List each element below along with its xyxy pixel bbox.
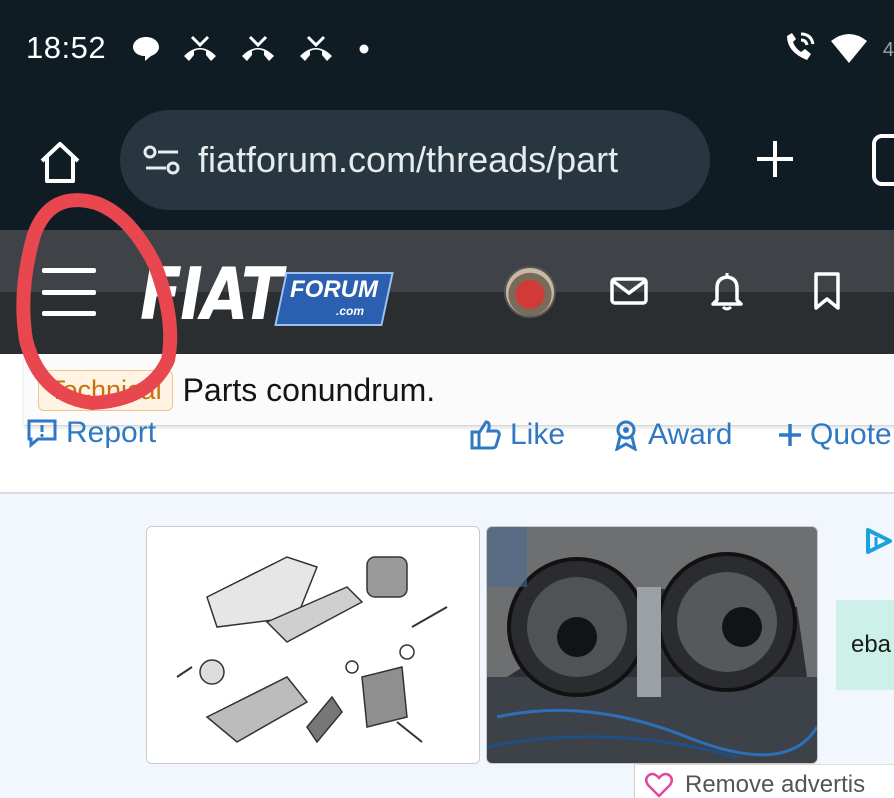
tabs-icon[interactable] xyxy=(872,134,894,186)
chat-bubble-icon xyxy=(130,34,162,69)
site-settings-icon[interactable] xyxy=(140,138,184,182)
report-icon xyxy=(27,419,57,448)
like-button[interactable]: Like xyxy=(470,418,565,452)
mail-icon[interactable] xyxy=(608,270,650,312)
notification-icons xyxy=(130,34,374,69)
site-header xyxy=(0,292,894,354)
post-actions: Report Like Award Quote xyxy=(0,412,894,462)
site-header-strip xyxy=(0,230,894,292)
home-icon[interactable] xyxy=(34,136,86,188)
bookmark-icon[interactable] xyxy=(806,270,848,312)
status-time: 18:52 xyxy=(26,30,107,65)
menu-line xyxy=(42,268,96,273)
logo-fiat-text: FIAT xyxy=(140,252,283,336)
status-bar: 18:52 4 xyxy=(0,0,894,104)
thread-title: Parts conundrum. xyxy=(182,372,436,408)
plus-icon xyxy=(779,424,801,446)
award-button[interactable]: Award xyxy=(612,418,733,452)
report-button[interactable]: Report xyxy=(26,416,156,450)
quote-label: Quote xyxy=(810,418,892,451)
remove-ads-label: Remove advertis xyxy=(685,770,866,798)
report-label: Report xyxy=(66,416,157,449)
missed-call-icon xyxy=(238,34,278,69)
hamburger-menu-icon[interactable] xyxy=(42,268,96,316)
thumbs-up-icon xyxy=(470,420,501,450)
missed-call-icon xyxy=(296,34,336,69)
thread-prefix-tag[interactable]: Technical xyxy=(38,370,173,411)
site-logo[interactable]: FIAT FORUM .com xyxy=(140,252,394,336)
logo-domain-text: .com xyxy=(336,304,365,318)
system-icons: 4 xyxy=(781,30,894,71)
wifi-icon xyxy=(829,31,869,70)
missed-call-icon xyxy=(180,34,220,69)
logo-forum-text: FORUM xyxy=(290,276,378,303)
award-icon xyxy=(614,420,638,451)
browser-toolbar: fiatforum.com/threads/part xyxy=(0,104,894,230)
remove-ads-link[interactable]: Remove advertis xyxy=(634,764,894,798)
heart-icon xyxy=(645,772,673,798)
status-extra: 4 xyxy=(882,39,894,61)
plus-icon[interactable] xyxy=(750,134,800,184)
award-label: Award xyxy=(648,418,733,451)
quote-button[interactable]: Quote xyxy=(778,418,892,452)
ebay-logo[interactable]: eba xyxy=(836,600,894,690)
like-label: Like xyxy=(510,418,566,451)
adchoices-icon[interactable] xyxy=(862,526,894,556)
menu-line xyxy=(42,289,96,295)
screen: 18:52 4 fiatforum.com/threads/part FIAT … xyxy=(0,0,894,798)
bell-icon[interactable] xyxy=(706,270,748,312)
menu-line xyxy=(42,311,96,316)
dot-icon xyxy=(354,39,374,64)
ad-product-image-parts-diagram[interactable] xyxy=(146,526,480,764)
avatar[interactable] xyxy=(504,266,556,318)
url-text: fiatforum.com/threads/part xyxy=(198,139,619,180)
address-bar[interactable]: fiatforum.com/threads/part xyxy=(120,110,710,210)
wifi-call-icon xyxy=(781,30,817,71)
ad-product-image-dome-cameras[interactable] xyxy=(486,526,818,764)
advertisement: eba Remove advertis xyxy=(0,494,894,798)
ebay-text: eba xyxy=(850,631,892,658)
